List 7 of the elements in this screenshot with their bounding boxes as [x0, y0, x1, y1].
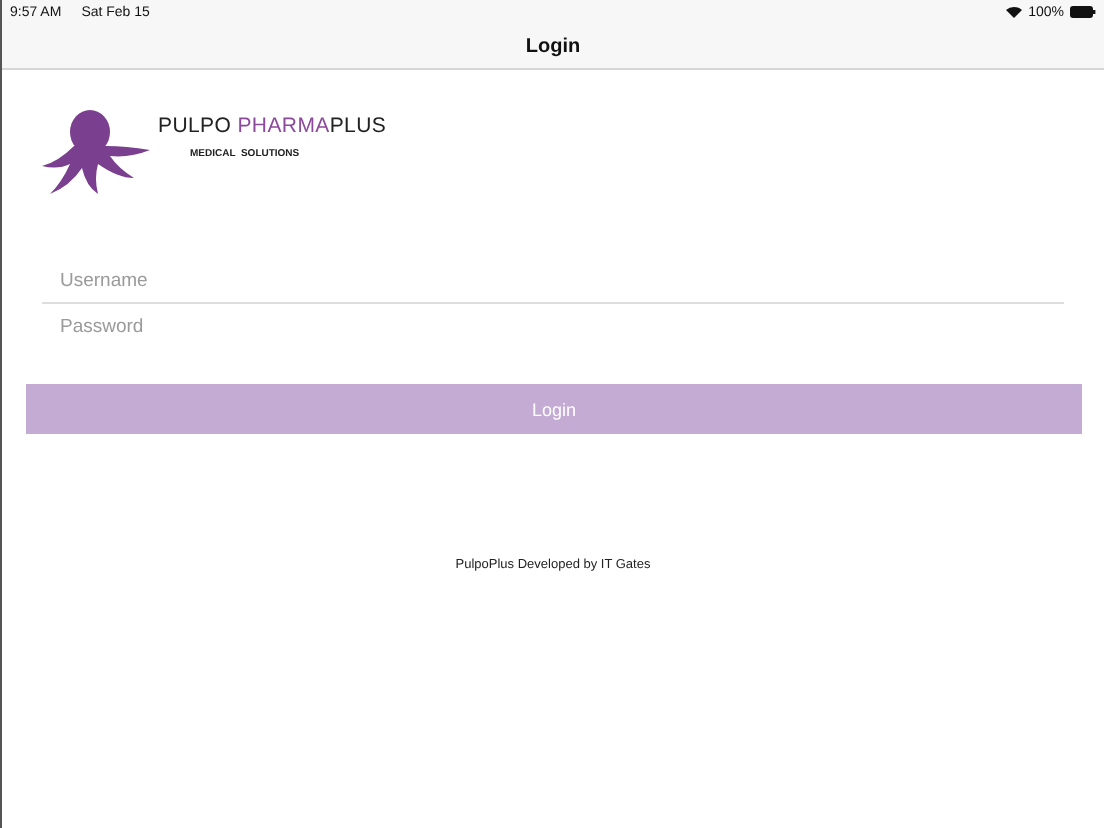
nav-title: Login	[525, 35, 581, 57]
username-field[interactable]: Username	[42, 258, 1064, 304]
logo-wordmark: PULPO PHARMAPLUS	[158, 114, 387, 138]
battery-icon	[1070, 6, 1096, 18]
wifi-icon	[1006, 6, 1023, 18]
octopus-logo-icon	[38, 106, 154, 198]
password-field[interactable]: Password	[42, 304, 1064, 348]
